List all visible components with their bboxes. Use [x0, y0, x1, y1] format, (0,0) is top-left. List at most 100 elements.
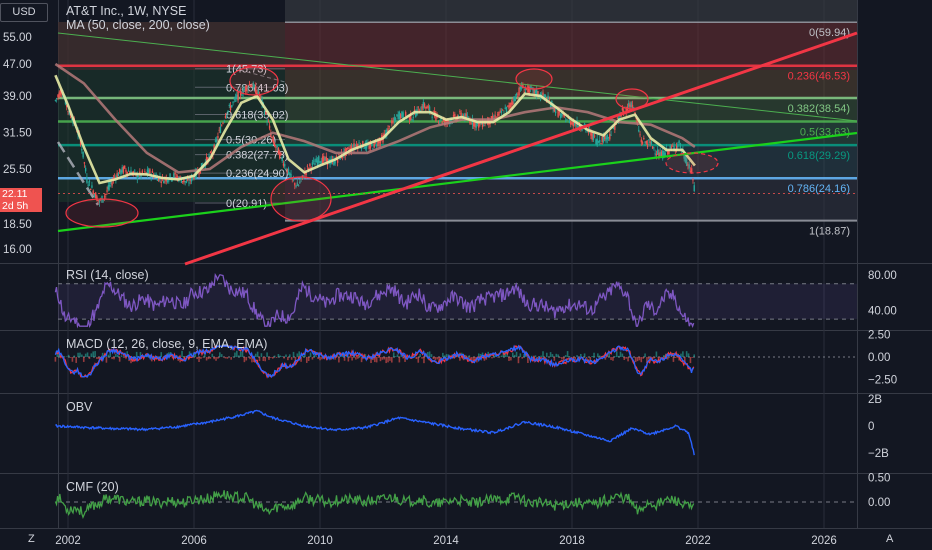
candle-body	[500, 110, 503, 113]
last-price: 22.11	[2, 188, 28, 200]
macd-histogram-bar	[120, 355, 123, 357]
candle-body	[554, 111, 557, 114]
macd-histogram-bar	[445, 354, 448, 357]
auto-scale-button[interactable]: A	[886, 533, 893, 545]
macd-histogram-bar	[319, 357, 321, 361]
macd-histogram-bar	[307, 357, 310, 362]
candle-body	[284, 163, 286, 167]
candle-body	[277, 147, 280, 155]
candle-body	[306, 165, 309, 167]
macd-histogram-bar	[687, 353, 690, 357]
candle-body	[89, 188, 92, 190]
ma-legend[interactable]: MA (50, close, 200, close)	[66, 18, 210, 32]
macd-histogram-bar	[559, 357, 561, 358]
highlight-ellipse-5	[665, 152, 719, 174]
macd-histogram-bar	[285, 354, 287, 357]
candle-body	[193, 176, 195, 180]
macd-histogram-bar	[663, 355, 665, 357]
cmf-legend[interactable]: CMF (20)	[66, 480, 119, 494]
candle-body	[417, 106, 419, 108]
candle-body	[607, 137, 610, 138]
macd-histogram-bar	[657, 357, 660, 359]
macd-histogram-bar	[385, 357, 387, 364]
candle-body	[184, 181, 186, 183]
candle-body	[616, 117, 619, 119]
fib-label-6: 1(18.87)	[809, 226, 850, 238]
x-tick-2010: 2010	[307, 535, 333, 547]
macd-histogram-bar	[355, 357, 357, 360]
macd-histogram-bar	[256, 351, 259, 357]
macd-histogram-bar	[111, 357, 113, 360]
macd-histogram-bar	[585, 357, 588, 359]
candle-body	[651, 146, 654, 149]
macd-histogram-bar	[391, 357, 393, 363]
rsi-legend[interactable]: RSI (14, close)	[66, 268, 149, 282]
candle-body	[338, 154, 340, 156]
candle-body	[260, 95, 262, 97]
price-tick-1: 47.00	[3, 59, 32, 71]
candle-body	[399, 114, 402, 119]
macd-histogram-bar	[262, 357, 265, 362]
macd-histogram-bar	[54, 357, 57, 362]
zoom-toggle-button[interactable]: Z	[28, 533, 35, 545]
macd-histogram-bar	[621, 353, 624, 357]
candle-body	[593, 135, 596, 137]
candle-body	[439, 120, 441, 122]
candle-body	[81, 148, 83, 151]
currency-selector[interactable]: USD	[0, 3, 48, 22]
cmf-line	[54, 490, 695, 519]
candle-body	[571, 123, 573, 124]
macd-tick-1: 0.00	[868, 352, 890, 364]
candle-body	[58, 92, 60, 98]
macd-histogram-bar	[597, 353, 599, 357]
macd-histogram-bar	[561, 357, 563, 360]
macd-histogram-bar	[432, 357, 435, 360]
candle-body	[667, 150, 669, 155]
macd-histogram-bar	[96, 357, 98, 360]
candle-body	[542, 92, 544, 95]
candle-body	[95, 192, 97, 199]
macd-histogram-bar	[387, 357, 389, 363]
macd-histogram-bar	[343, 357, 346, 361]
candle-body	[595, 139, 597, 144]
macd-histogram-bar	[266, 352, 268, 357]
candle-body	[507, 105, 509, 107]
macd-histogram-bar	[198, 357, 200, 362]
candle-body	[125, 169, 127, 172]
macd-histogram-bar	[691, 357, 694, 358]
candle-body	[693, 185, 695, 191]
macd-histogram-bar	[566, 351, 569, 357]
candle-body	[559, 114, 562, 119]
candle-body	[591, 133, 593, 140]
candle-body	[354, 145, 356, 147]
candle-body	[363, 148, 365, 149]
macd-histogram-bar	[71, 357, 74, 362]
macd-histogram-bar	[540, 355, 542, 357]
candle-body	[602, 136, 605, 143]
obv-legend[interactable]: OBV	[66, 400, 92, 414]
candle-body	[311, 162, 314, 166]
candle-body	[222, 122, 224, 124]
candle-body	[428, 106, 431, 112]
candle-body	[437, 121, 440, 123]
macd-histogram-bar	[290, 357, 293, 360]
macd-legend[interactable]: MACD (12, 26, close, 9, EMA, EMA)	[66, 337, 267, 351]
macd-histogram-bar	[549, 352, 552, 357]
macd-histogram-bar	[79, 352, 81, 357]
candle-body	[534, 90, 537, 94]
price-tick-3: 31.50	[3, 128, 32, 140]
candle-body	[596, 138, 598, 146]
candle-body	[600, 143, 602, 145]
macd-histogram-bar	[260, 353, 263, 357]
macd-histogram-bar	[107, 354, 110, 357]
macd-histogram-bar	[94, 351, 96, 357]
macd-histogram-bar	[443, 355, 446, 357]
candle-body	[106, 190, 108, 192]
candle-body	[605, 137, 607, 142]
macd-histogram-bar	[211, 353, 214, 357]
candle-body	[577, 126, 579, 128]
obv-tick-0: 2B	[868, 394, 882, 406]
macd-histogram-bar	[415, 357, 418, 360]
candle-body	[431, 116, 433, 118]
candle-body	[236, 94, 238, 99]
